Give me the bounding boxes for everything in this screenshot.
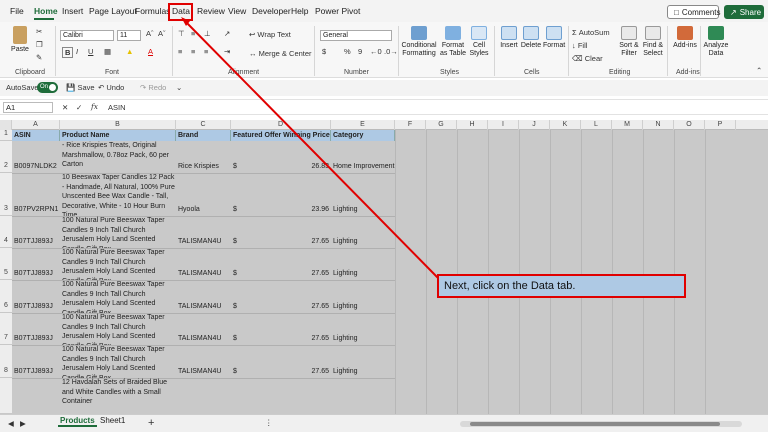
instruction-callout: Next, click on the Data tab. [437,274,686,298]
arrow-line [182,18,441,281]
annotation-arrow [181,17,441,281]
